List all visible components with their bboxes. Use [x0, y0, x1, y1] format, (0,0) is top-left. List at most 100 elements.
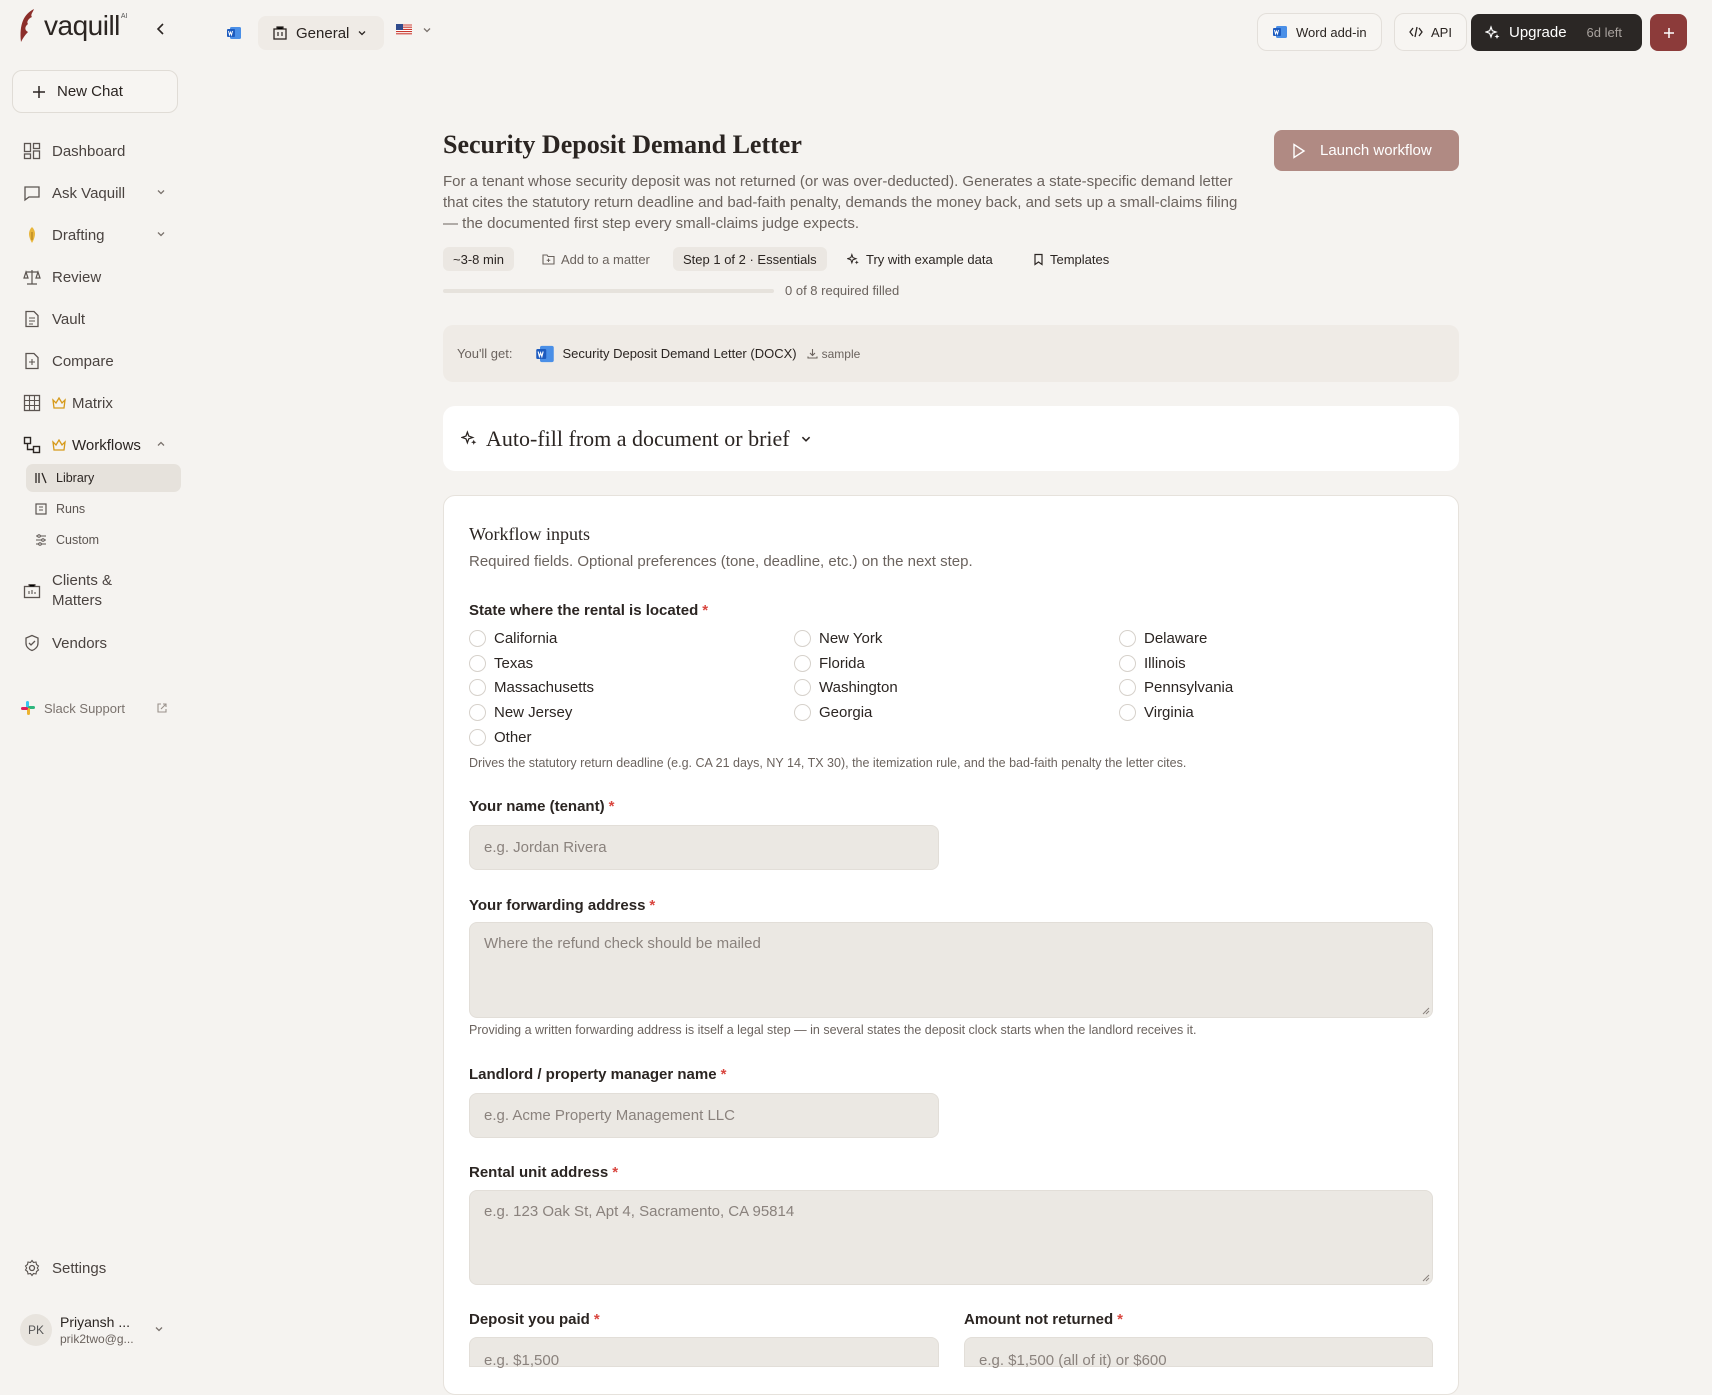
radio-circle — [794, 630, 811, 647]
chevron-down-icon[interactable] — [156, 187, 166, 197]
sparkles-icon — [461, 430, 478, 447]
chevron-up-icon[interactable] — [156, 439, 166, 449]
state-radio-pennsylvania[interactable]: Pennsylvania — [1119, 679, 1233, 696]
state-radio-new-jersey[interactable]: New Jersey — [469, 704, 572, 721]
sidebar-item-drafting[interactable]: Drafting — [12, 217, 180, 253]
sidebar-item-vault[interactable]: Vault — [12, 301, 180, 337]
sidebar-item-matrix[interactable]: Matrix — [12, 385, 180, 421]
tenant-name-label-text: Your name (tenant) — [469, 798, 605, 815]
add-button[interactable] — [1650, 14, 1687, 51]
radio-label: Pennsylvania — [1144, 679, 1234, 696]
user-menu[interactable]: PK Priyansh ... prik2two@g... — [20, 1306, 180, 1354]
amount-not-returned-input[interactable]: e.g. $1,500 (all of it) or $600 — [964, 1337, 1433, 1369]
radio-label: New Jersey — [494, 704, 573, 721]
user-name: Priyansh ... — [60, 1314, 131, 1330]
landlord-name-label-text: Landlord / property manager name — [469, 1066, 717, 1083]
amount-not-returned-label: Amount not returned * — [964, 1311, 1123, 1328]
sidebar-item-review[interactable]: Review — [12, 259, 180, 295]
sidebar-item-ask-vaquill[interactable]: Ask Vaquill — [12, 175, 180, 211]
forwarding-address-label-text: Your forwarding address — [469, 897, 646, 914]
try-example-button[interactable]: Try with example data — [847, 247, 993, 271]
slack-support-label: Slack Support — [44, 700, 125, 716]
jurisdiction-selector[interactable] — [396, 24, 432, 35]
scale-icon — [22, 267, 42, 287]
avatar: PK — [20, 1314, 52, 1346]
add-to-matter-label: Add to a matter — [561, 251, 650, 267]
word-icon[interactable] — [226, 25, 242, 41]
launch-workflow-button[interactable]: Launch workflow — [1274, 130, 1459, 171]
workflow-icon — [22, 435, 42, 455]
sidebar-subitem-library[interactable]: Library — [26, 464, 181, 492]
radio-circle — [469, 704, 486, 721]
sidebar-item-workflows[interactable]: Workflows — [12, 427, 180, 463]
deposit-paid-label: Deposit you paid * — [469, 1311, 600, 1328]
state-radio-california[interactable]: California — [469, 630, 557, 647]
sidebar-subitem-custom[interactable]: Custom — [26, 526, 181, 554]
api-button[interactable]: API — [1394, 13, 1467, 51]
state-radio-delaware[interactable]: Delaware — [1119, 630, 1207, 647]
chevron-down-icon[interactable] — [156, 229, 166, 239]
new-chat-button[interactable]: New Chat — [12, 70, 178, 113]
building-icon — [272, 25, 296, 41]
state-label: State where the rental is located * — [469, 602, 708, 619]
workspace-selector[interactable]: General — [258, 16, 384, 50]
sidebar-subitem-label: Runs — [56, 502, 86, 516]
dashboard-icon — [22, 141, 42, 161]
radio-circle — [1119, 679, 1136, 696]
rental-address-textarea[interactable]: e.g. 123 Oak St, Apt 4, Sacramento, CA 9… — [469, 1190, 1433, 1285]
briefcase-icon — [22, 581, 42, 601]
sidebar-subitem-runs[interactable]: Runs — [26, 495, 181, 523]
slack-support-link[interactable]: Slack Support — [20, 700, 167, 716]
sidebar-item-clients-matters[interactable]: Clients & Matters — [12, 571, 180, 613]
sidebar-item-compare[interactable]: Compare — [12, 343, 180, 379]
vaquill-logo[interactable]: vaquill AI — [16, 8, 128, 44]
state-radio-illinois[interactable]: Illinois — [1119, 655, 1186, 672]
state-radio-washington[interactable]: Washington — [794, 679, 898, 696]
state-label-text: State where the rental is located — [469, 602, 699, 619]
forwarding-address-textarea[interactable]: Where the refund check should be mailed — [469, 922, 1433, 1018]
feather-icon — [16, 8, 40, 44]
resize-handle-icon[interactable] — [1420, 1005, 1430, 1015]
add-to-matter-button[interactable]: Add to a matter — [542, 247, 650, 271]
required-asterisk: * — [702, 602, 709, 619]
sidebar-item-label: Vendors — [52, 634, 108, 652]
form-title: Workflow inputs — [469, 524, 591, 544]
radio-label: Delaware — [1144, 630, 1208, 647]
state-radio-georgia[interactable]: Georgia — [794, 704, 872, 721]
chevron-down-icon[interactable] — [154, 1324, 164, 1334]
upgrade-button[interactable]: Upgrade 6d left — [1471, 14, 1642, 51]
word-addin-button[interactable]: Word add-in — [1257, 13, 1382, 51]
chat-icon — [22, 183, 42, 203]
word-doc-icon — [535, 344, 563, 364]
code-icon — [1409, 25, 1431, 39]
state-radio-other[interactable]: Other — [469, 729, 532, 746]
word-icon — [1272, 24, 1296, 40]
radio-circle — [794, 704, 811, 721]
download-sample-link[interactable]: sample — [807, 347, 860, 361]
radio-label: Florida — [819, 655, 865, 672]
tenant-name-input[interactable]: e.g. Jordan Rivera — [469, 825, 939, 870]
landlord-name-input[interactable]: e.g. Acme Property Management LLC — [469, 1093, 939, 1138]
progress-bar — [443, 289, 774, 293]
state-radio-massachusetts[interactable]: Massachusetts — [469, 679, 594, 696]
state-radio-virginia[interactable]: Virginia — [1119, 704, 1194, 721]
workspace-label: General — [296, 24, 350, 42]
state-radio-texas[interactable]: Texas — [469, 655, 533, 672]
deposit-paid-input[interactable]: e.g. $1,500 — [469, 1337, 939, 1369]
required-asterisk: * — [1117, 1311, 1123, 1328]
sidebar-subitem-label: Library — [56, 471, 95, 485]
state-radio-new-york[interactable]: New York — [794, 630, 882, 647]
templates-button[interactable]: Templates — [1033, 247, 1109, 271]
collapse-sidebar-icon[interactable] — [152, 20, 170, 38]
tenant-name-label: Your name (tenant) * — [469, 798, 614, 815]
sidebar-item-settings[interactable]: Settings — [12, 1250, 180, 1286]
sidebar-item-vendors[interactable]: Vendors — [12, 625, 180, 661]
radio-circle — [794, 655, 811, 672]
radio-label: Other — [494, 729, 532, 746]
sidebar-item-dashboard[interactable]: Dashboard — [12, 133, 180, 169]
resize-handle-icon[interactable] — [1420, 1272, 1430, 1282]
state-radio-florida[interactable]: Florida — [794, 655, 865, 672]
autofill-panel-toggle[interactable]: Auto-fill from a document or brief — [443, 406, 1459, 471]
amount-not-returned-label-text: Amount not returned — [964, 1311, 1114, 1328]
sidebar-item-label: Matters — [52, 592, 103, 609]
